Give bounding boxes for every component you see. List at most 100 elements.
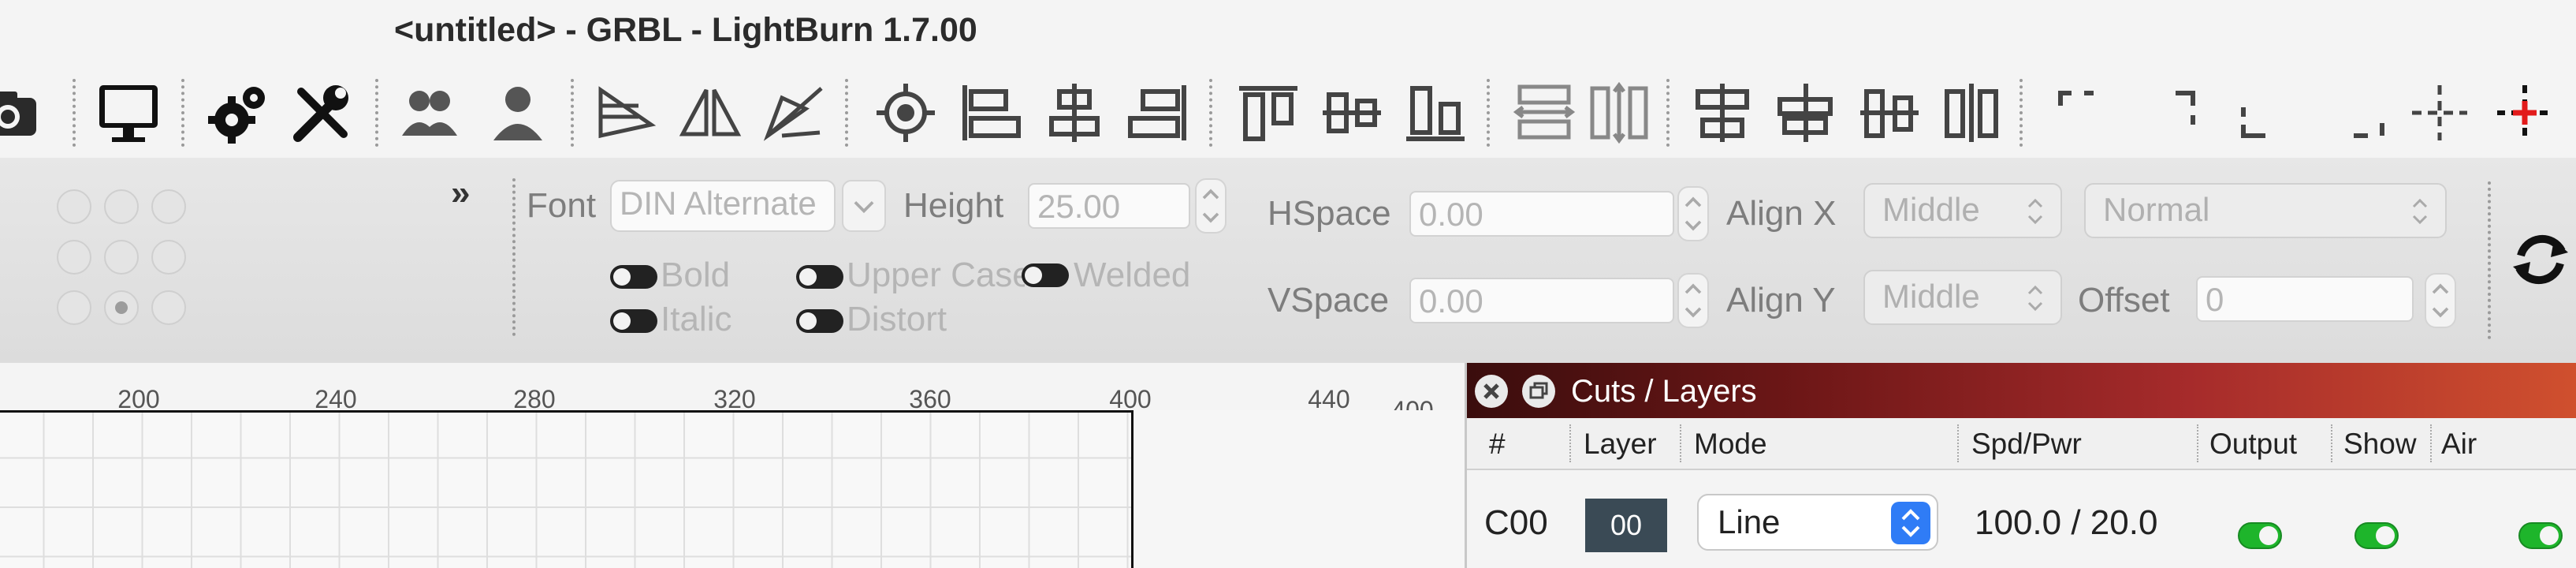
monitor-icon[interactable] [93,77,164,148]
design-canvas[interactable] [0,410,1465,568]
align-middle-v-icon[interactable] [1316,77,1387,148]
distort-label: Distort [847,300,947,338]
align-right-icon[interactable] [1122,77,1193,148]
layer-color-chip[interactable]: 00 [1585,499,1667,552]
toolbar-separator [181,79,184,147]
toolbar-separator [73,79,76,147]
camera-icon[interactable] [0,77,44,148]
dock-right-icon[interactable] [1936,77,2007,148]
anchor-dot[interactable] [151,240,186,275]
align-x-select[interactable]: Middle [1863,183,2062,238]
vspace-input[interactable]: 0.00 [1409,278,1674,323]
layer-id: C00 [1484,503,1548,542]
distort-toggle[interactable] [796,309,843,333]
panel-title: Cuts / Layers [1571,374,1757,409]
rotate-icon[interactable] [758,77,829,148]
column-header-air: Air [2441,428,2477,460]
upper-case-toggle[interactable] [796,265,843,289]
horizontal-ruler: 200 240 280 320 360 400 440 400 [0,363,1465,424]
height-stepper[interactable] [1195,178,1227,234]
upper-case-label: Upper Case [847,256,1025,294]
align-y-value: Middle [1882,278,1980,315]
corner-top-right-icon[interactable] [2165,77,2235,148]
anchor-dot[interactable] [57,189,91,224]
work-area-grid[interactable] [0,410,1134,568]
align-x-value: Middle [1882,191,1980,228]
welded-toggle[interactable] [1022,263,1069,287]
center-cross-icon[interactable] [2404,77,2475,148]
toolbar-separator [845,79,848,147]
mode-value: Line [1718,503,1781,540]
align-y-label: Align Y [1726,281,1836,320]
align-center-h-icon[interactable] [1039,77,1110,148]
text-style-value: Normal [2103,191,2210,228]
mode-select[interactable]: Line [1697,494,1938,551]
offset-label: Offset [2078,281,2170,320]
offset-input[interactable]: 0 [2196,276,2414,322]
mirror-icon[interactable] [675,77,746,148]
air-toggle[interactable] [2518,522,2563,549]
anchor-dot[interactable] [57,290,91,325]
anchor-dot[interactable] [57,240,91,275]
align-top-icon[interactable] [1233,77,1304,148]
toolbar-separator [1487,79,1490,147]
hspace-stepper[interactable] [1677,186,1709,241]
hspace-input[interactable]: 0.00 [1409,191,1674,237]
align-x-label: Align X [1726,194,1837,233]
show-toggle[interactable] [2355,522,2399,549]
column-header-number: # [1489,428,1506,460]
settings-gears-icon[interactable] [203,77,274,148]
bold-label: Bold [661,256,731,294]
distribute-h-icon[interactable] [1509,77,1580,148]
italic-label: Italic [661,300,732,338]
column-divider [1957,424,1959,462]
flip-horizontal-icon[interactable] [591,77,662,148]
output-toggle[interactable] [2238,522,2282,549]
cuts-layers-panel: Cuts / Layers # Layer Mode Spd/Pwr Outpu… [1465,363,2576,568]
float-window-icon[interactable] [1522,375,1555,408]
distribute-v-icon[interactable] [1584,77,1655,148]
close-icon[interactable] [1475,375,1508,408]
anchor-dot-selected[interactable] [104,290,139,325]
text-style-select[interactable]: Normal [2084,183,2447,238]
column-header-layer: Layer [1584,428,1657,460]
italic-toggle[interactable] [610,309,657,333]
make-same-height-icon[interactable] [1770,77,1841,148]
laser-origin-icon[interactable] [2489,77,2560,148]
font-select[interactable]: DIN Alternate [610,180,836,232]
vspace-stepper[interactable] [1677,273,1709,328]
height-input[interactable]: 25.00 [1028,183,1190,229]
anchor-dot[interactable] [104,189,139,224]
column-divider [1569,424,1571,462]
tools-icon[interactable] [287,77,358,148]
anchor-dot[interactable] [151,189,186,224]
user-icon[interactable] [482,77,553,148]
align-left-icon[interactable] [955,77,1026,148]
table-row[interactable]: C00 00 Line 100.0 / 20.0 [1467,470,2576,568]
anchor-dot[interactable] [151,290,186,325]
users-icon[interactable] [394,77,465,148]
toolbar-separator [375,79,378,147]
corner-top-left-icon[interactable] [2049,77,2120,148]
target-icon[interactable] [870,77,941,148]
anchor-dot[interactable] [104,240,139,275]
font-dropdown-button[interactable] [842,180,886,232]
column-divider [2430,424,2432,462]
align-y-select[interactable]: Middle [1863,270,2062,325]
column-header-show: Show [2343,428,2417,460]
bold-toggle[interactable] [610,265,657,289]
corner-bottom-left-icon[interactable] [2231,77,2302,148]
refresh-icon[interactable] [2505,224,2576,295]
align-bottom-icon[interactable] [1400,77,1471,148]
dock-left-icon[interactable] [1854,77,1925,148]
expand-icon[interactable]: » [451,174,470,213]
toolbar-separator [1666,79,1670,147]
make-same-width-icon[interactable] [1687,77,1758,148]
column-divider [2331,424,2332,462]
title-bar: <untitled> - GRBL - LightBurn 1.7.00 [0,0,2576,69]
chevron-updown-icon [1891,502,1930,544]
toolbar-separator [1209,79,1212,147]
hspace-label: HSpace [1268,194,1391,233]
offset-stepper[interactable] [2425,273,2456,328]
vspace-label: VSpace [1268,281,1390,320]
